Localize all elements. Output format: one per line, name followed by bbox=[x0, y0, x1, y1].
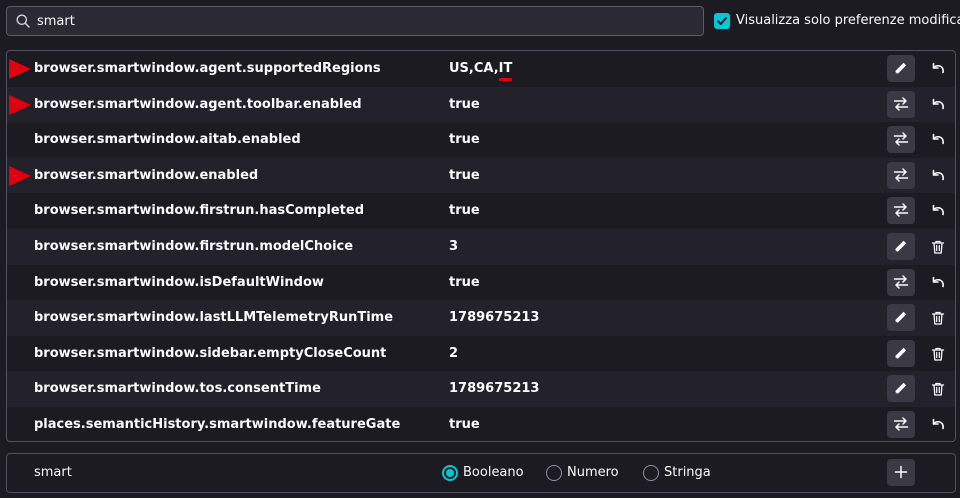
value-text: 2 bbox=[449, 345, 459, 361]
add-preference-button[interactable] bbox=[887, 459, 915, 486]
reset-button[interactable] bbox=[927, 94, 949, 116]
red-arrow-annotation bbox=[9, 59, 31, 79]
preference-name: browser.smartwindow.firstrun.modelChoice bbox=[34, 238, 354, 254]
type-label-string[interactable]: Stringa bbox=[664, 454, 711, 492]
table-row[interactable]: browser.smartwindow.agent.supportedRegio… bbox=[7, 51, 955, 87]
value-text: 1789675213 bbox=[449, 381, 540, 397]
toggle-button[interactable] bbox=[887, 161, 915, 189]
reset-button[interactable] bbox=[927, 200, 949, 222]
value-text: US,CA, bbox=[449, 61, 499, 76]
edit-button[interactable] bbox=[887, 375, 915, 403]
preference-name: browser.smartwindow.enabled bbox=[34, 167, 259, 183]
table-row[interactable]: browser.smartwindow.firstrun.modelChoice… bbox=[7, 228, 955, 265]
table-row[interactable]: browser.smartwindow.agent.toolbar.enable… bbox=[7, 86, 955, 123]
toggle-button[interactable] bbox=[887, 197, 915, 225]
delete-button[interactable] bbox=[927, 378, 949, 400]
preference-value: 2 bbox=[449, 336, 458, 372]
preference-value: true bbox=[449, 158, 480, 194]
value-underlined-text: IT bbox=[498, 51, 512, 87]
type-label-number[interactable]: Numero bbox=[567, 454, 619, 492]
edit-button[interactable] bbox=[887, 339, 915, 367]
value-text: true bbox=[449, 203, 480, 219]
preference-name: browser.smartwindow.lastLLMTelemetryRunT… bbox=[34, 310, 394, 326]
preference-value: 1789675213 bbox=[449, 300, 539, 336]
table-row[interactable]: places.semanticHistory.smartwindow.featu… bbox=[7, 407, 955, 441]
table-row[interactable]: browser.smartwindow.lastLLMTelemetryRunT… bbox=[7, 300, 955, 336]
table-row[interactable]: browser.smartwindow.enabled true bbox=[7, 157, 955, 194]
add-preference-row: smart Booleano Numero Stringa bbox=[6, 453, 956, 493]
reset-button[interactable] bbox=[927, 129, 949, 151]
type-radio-number[interactable] bbox=[546, 465, 562, 481]
toggle-button[interactable] bbox=[887, 90, 915, 118]
preference-name: places.semanticHistory.smartwindow.featu… bbox=[34, 416, 401, 432]
show-modified-checkbox[interactable] bbox=[714, 13, 730, 29]
preference-name: browser.smartwindow.sidebar.emptyCloseCo… bbox=[34, 345, 387, 361]
search-box[interactable] bbox=[6, 6, 704, 36]
toggle-button[interactable] bbox=[887, 268, 915, 296]
preference-value: true bbox=[449, 407, 480, 441]
search-input[interactable] bbox=[37, 7, 677, 35]
preference-value: true bbox=[449, 87, 480, 123]
new-preference-name: smart bbox=[34, 465, 72, 480]
table-row[interactable]: browser.smartwindow.sidebar.emptyCloseCo… bbox=[7, 336, 955, 372]
preference-name: browser.smartwindow.agent.supportedRegio… bbox=[34, 61, 381, 76]
toggle-button[interactable] bbox=[887, 126, 915, 154]
table-row[interactable]: browser.smartwindow.tos.consentTime 17896… bbox=[7, 371, 955, 407]
edit-button[interactable] bbox=[887, 55, 915, 82]
toggle-button[interactable] bbox=[887, 410, 915, 438]
value-text: true bbox=[449, 96, 480, 112]
preference-name: browser.smartwindow.tos.consentTime bbox=[34, 381, 321, 397]
preference-name: browser.smartwindow.agent.toolbar.enable… bbox=[34, 96, 362, 112]
table-row[interactable]: browser.smartwindow.isDefaultWindow true bbox=[7, 265, 955, 301]
table-row[interactable]: browser.smartwindow.firstrun.hasComplete… bbox=[7, 193, 955, 229]
edit-button[interactable] bbox=[887, 304, 915, 332]
reset-button[interactable] bbox=[927, 272, 949, 294]
preference-value: 3 bbox=[449, 229, 458, 265]
value-text: 3 bbox=[449, 238, 459, 254]
type-label-boolean[interactable]: Booleano bbox=[463, 454, 524, 492]
preference-value: US,CA,IT bbox=[449, 51, 512, 87]
type-radio-string[interactable] bbox=[643, 465, 659, 481]
top-bar: Visualizza solo preferenze modificate bbox=[0, 0, 960, 44]
reset-button[interactable] bbox=[927, 414, 949, 436]
reset-button[interactable] bbox=[927, 165, 949, 187]
table-row[interactable]: browser.smartwindow.aitab.enabled true bbox=[7, 122, 955, 158]
delete-button[interactable] bbox=[927, 307, 949, 329]
edit-button[interactable] bbox=[887, 232, 915, 260]
preference-value: 1789675213 bbox=[449, 371, 539, 407]
value-text: true bbox=[449, 416, 480, 432]
preference-name: browser.smartwindow.firstrun.hasComplete… bbox=[34, 203, 365, 219]
value-text: true bbox=[449, 274, 480, 290]
value-text: 1789675213 bbox=[449, 310, 540, 326]
red-arrow-annotation bbox=[9, 94, 31, 115]
preference-name: browser.smartwindow.isDefaultWindow bbox=[34, 274, 324, 290]
delete-button[interactable] bbox=[927, 236, 949, 258]
checkmark-icon bbox=[717, 17, 727, 25]
value-text: true bbox=[449, 132, 480, 148]
red-arrow-annotation bbox=[9, 165, 31, 186]
reset-button[interactable] bbox=[927, 58, 949, 80]
preference-value: true bbox=[449, 122, 480, 158]
search-icon bbox=[16, 14, 30, 28]
delete-button[interactable] bbox=[927, 343, 949, 365]
preference-value: true bbox=[449, 265, 480, 301]
plus-icon bbox=[894, 465, 908, 479]
preferences-table: browser.smartwindow.agent.supportedRegio… bbox=[6, 50, 956, 442]
value-text: true bbox=[449, 167, 480, 183]
type-radio-boolean[interactable] bbox=[442, 465, 458, 481]
preference-value: true bbox=[449, 193, 480, 229]
preference-name: browser.smartwindow.aitab.enabled bbox=[34, 132, 301, 148]
show-modified-label[interactable]: Visualizza solo preferenze modificate bbox=[736, 13, 960, 28]
